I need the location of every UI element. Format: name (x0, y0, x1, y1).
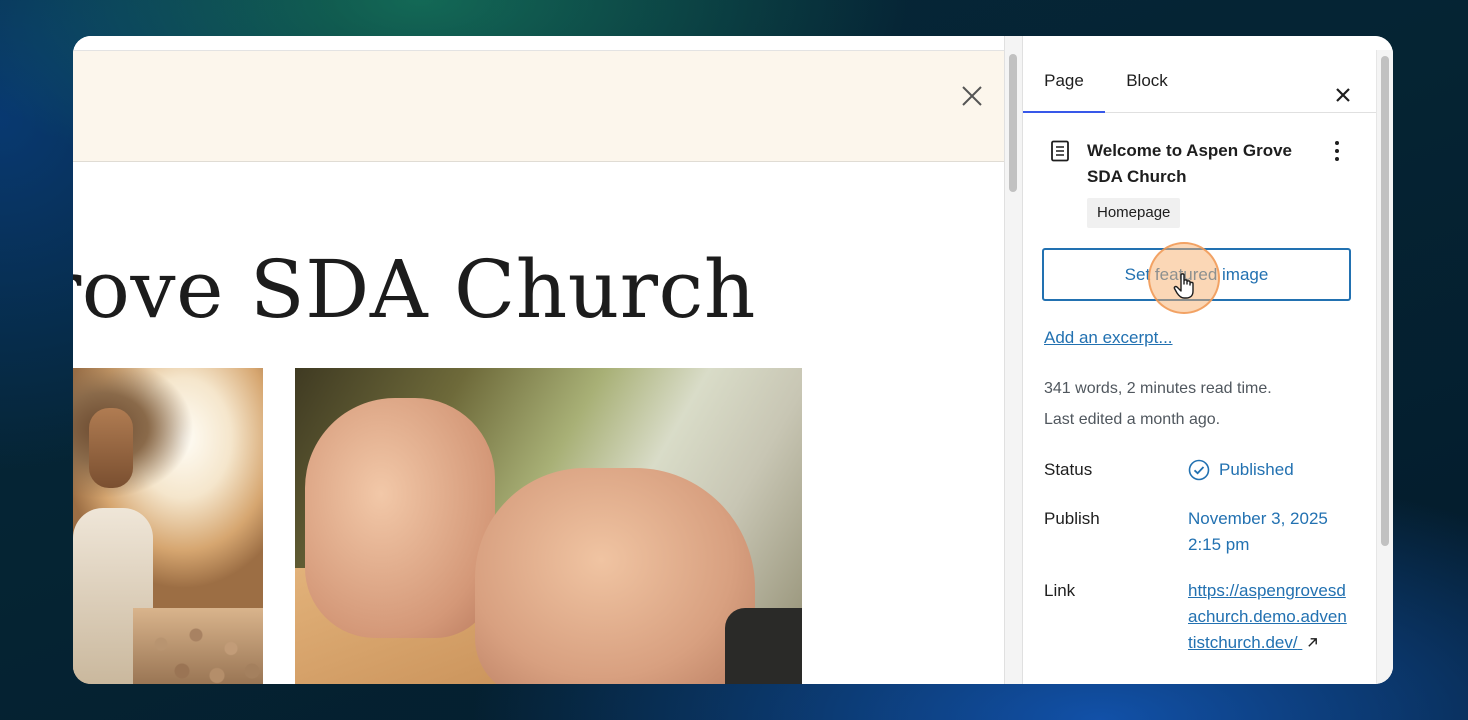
close-icon[interactable] (1332, 84, 1354, 106)
page-title: Welcome to Aspen Grove SDA Church (1087, 141, 1292, 186)
add-excerpt-link[interactable]: Add an excerpt... (1044, 328, 1173, 348)
publish-date[interactable]: November 3, 2025 2:15 pm (1188, 506, 1328, 558)
tab-page[interactable]: Page (1023, 50, 1105, 113)
page-heading[interactable]: rove SDA Church (73, 250, 756, 330)
status-value[interactable]: Published (1219, 457, 1294, 483)
publish-date-text: November 3, 2025 (1188, 509, 1328, 528)
page-stats: 341 words, 2 minutes read time. Last edi… (1044, 373, 1272, 435)
header-banner (73, 51, 1004, 162)
canvas-scrollbar[interactable] (1004, 36, 1023, 684)
word-count-text: 341 words, 2 minutes read time. (1044, 380, 1272, 397)
hand-pointer-icon (1173, 273, 1194, 299)
canvas-top-edge (73, 36, 1004, 51)
published-check-icon (1188, 459, 1210, 481)
sidebar-scrollbar-thumb[interactable] (1381, 56, 1389, 546)
editor-canvas[interactable]: rove SDA Church (73, 36, 1004, 684)
editor-window: rove SDA Church Page Block Welcome to As… (73, 36, 1393, 684)
publish-time-text: 2:15 pm (1188, 535, 1250, 554)
settings-sidebar: Page Block Welcome to Aspen Grove SDA Ch… (1022, 36, 1393, 684)
tab-block[interactable]: Block (1123, 50, 1171, 112)
status-label: Status (1044, 460, 1093, 479)
link-label: Link (1044, 581, 1076, 600)
document-icon (1051, 140, 1069, 162)
more-vertical-icon[interactable] (1327, 138, 1347, 164)
jesus-crowd-image[interactable] (73, 368, 263, 684)
sidebar-tabs: Page Block (1023, 50, 1376, 113)
homepage-badge: Homepage (1087, 198, 1181, 228)
close-icon[interactable] (957, 81, 987, 111)
sidebar-scrollbar[interactable] (1376, 50, 1393, 684)
external-link-icon (1308, 638, 1318, 647)
permalink[interactable]: https://aspengrovesdachurch.demo.adventi… (1188, 578, 1348, 656)
canvas-scrollbar-thumb[interactable] (1009, 54, 1017, 192)
praying-hands-image[interactable] (295, 368, 802, 684)
last-edited-text: Last edited a month ago. (1044, 411, 1221, 428)
publish-label: Publish (1044, 509, 1100, 528)
permalink-text[interactable]: https://aspengrovesdachurch.demo.adventi… (1188, 581, 1347, 652)
